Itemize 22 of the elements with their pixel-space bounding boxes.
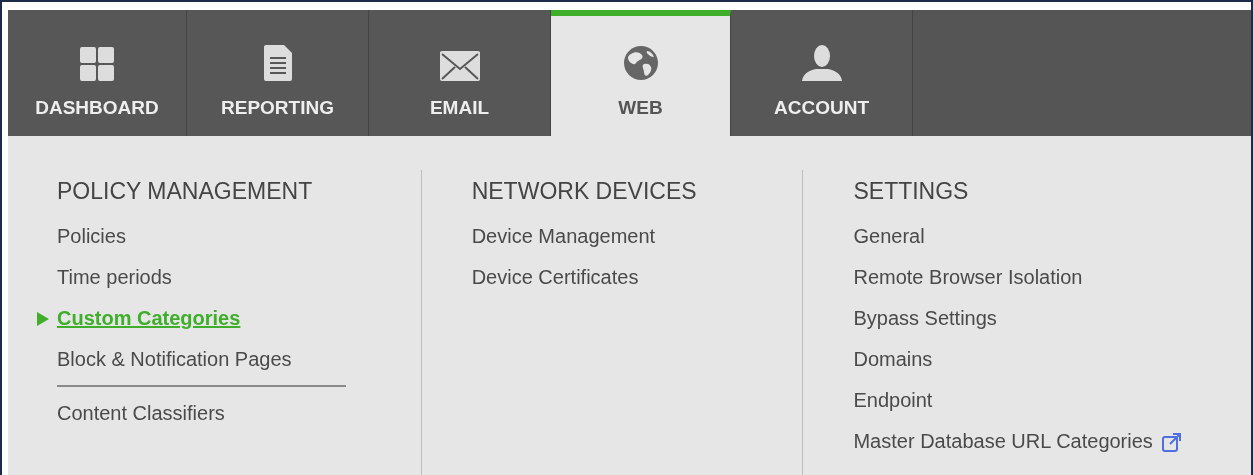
menu-link[interactable]: Remote Browser Isolation bbox=[853, 266, 1083, 289]
menu-link[interactable]: Bypass Settings bbox=[853, 307, 997, 330]
menu-link[interactable]: Policies bbox=[57, 225, 126, 248]
menu-heading: SETTINGS bbox=[853, 177, 970, 205]
menu-heading: NETWORK DEVICES bbox=[471, 177, 698, 205]
menu-link[interactable]: Device Certificates bbox=[471, 266, 639, 289]
menu-link[interactable]: Time periods bbox=[57, 266, 172, 289]
menu-link[interactable]: Block & Notification Pages bbox=[57, 348, 292, 371]
pointer-icon bbox=[37, 312, 49, 326]
grid-icon bbox=[80, 47, 114, 81]
menu-link[interactable]: Content Classifiers bbox=[57, 402, 225, 425]
envelope-icon bbox=[439, 51, 480, 81]
menu-heading: POLICY MANAGEMENT bbox=[57, 177, 314, 205]
globe-icon bbox=[622, 45, 659, 81]
menu-link[interactable]: Endpoint bbox=[853, 389, 933, 412]
nav-tab[interactable]: WEB bbox=[551, 10, 731, 136]
document-icon bbox=[263, 45, 292, 81]
menu-link[interactable]: General bbox=[853, 225, 925, 248]
menu-link[interactable]: Master Database URL Categories bbox=[853, 430, 1182, 453]
menu-link[interactable]: Domains bbox=[853, 348, 933, 371]
person-icon bbox=[801, 45, 842, 81]
menu-link[interactable]: Device Management bbox=[471, 225, 656, 248]
